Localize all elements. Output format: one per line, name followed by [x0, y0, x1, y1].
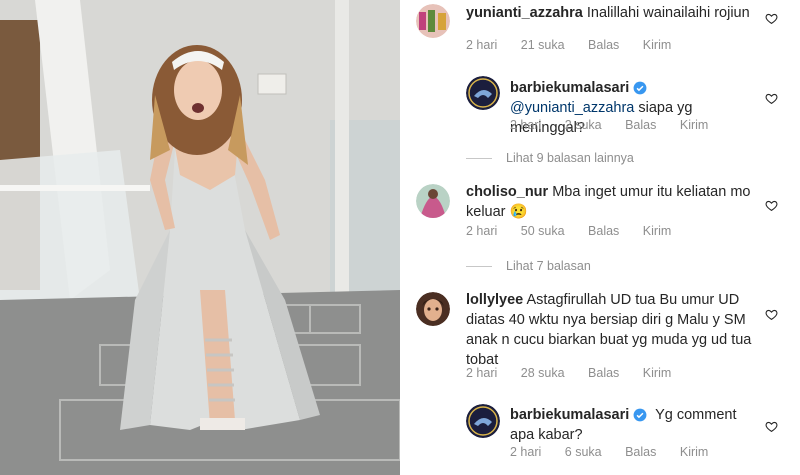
comment-username[interactable]: barbiekumalasari	[510, 80, 629, 96]
heart-outline-icon[interactable]	[765, 12, 778, 25]
comments-panel: yunianti_azzahra Inalillahi wainailaihi …	[400, 0, 800, 475]
comment-likes[interactable]: 21 suka	[521, 38, 565, 52]
reply-button[interactable]: Balas	[625, 445, 656, 459]
avatar[interactable]	[416, 4, 450, 38]
view-replies-button[interactable]: Lihat 7 balasan	[466, 259, 591, 273]
view-replies-label: Lihat 7 balasan	[506, 259, 591, 273]
reply-button[interactable]: Balas	[625, 118, 656, 132]
verified-badge-icon	[633, 81, 647, 95]
heart-outline-icon[interactable]	[765, 92, 778, 105]
send-button[interactable]: Kirim	[680, 118, 708, 132]
divider	[466, 266, 492, 268]
reply-button[interactable]: Balas	[588, 366, 619, 380]
comment-text: Inalillahi wainailaihi rojiun	[586, 5, 750, 21]
comment-time: 2 hari	[510, 118, 542, 132]
send-button[interactable]: Kirim	[643, 224, 671, 238]
reply-button[interactable]: Balas	[588, 38, 619, 52]
send-button[interactable]: Kirim	[643, 366, 671, 380]
comment-username[interactable]: barbiekumalasari	[510, 407, 629, 423]
view-replies-label: Lihat 9 balasan lainnya	[506, 151, 634, 165]
divider	[466, 158, 492, 160]
send-button[interactable]: Kirim	[643, 38, 671, 52]
avatar[interactable]	[466, 404, 500, 438]
avatar[interactable]	[466, 76, 500, 110]
comment-username[interactable]: yunianti_azzahra	[466, 5, 583, 21]
post-photo	[0, 0, 400, 475]
comment-mention[interactable]: @yunianti_azzahra	[510, 100, 634, 116]
comment-time: 2 hari	[466, 366, 498, 380]
reply-button[interactable]: Balas	[588, 224, 619, 238]
comment-time: 2 hari	[466, 224, 498, 238]
photo-illustration	[0, 0, 400, 475]
comment-likes[interactable]: 2 suka	[565, 118, 602, 132]
comment-likes[interactable]: 28 suka	[521, 366, 565, 380]
comment-username[interactable]: lollylyee	[466, 292, 523, 308]
avatar[interactable]	[416, 292, 450, 326]
view-replies-button[interactable]: Lihat 9 balasan lainnya	[466, 151, 634, 165]
avatar[interactable]	[416, 184, 450, 218]
verified-badge-icon	[633, 408, 647, 422]
heart-outline-icon[interactable]	[765, 308, 778, 321]
comment-likes[interactable]: 6 suka	[565, 445, 602, 459]
heart-outline-icon[interactable]	[765, 199, 778, 212]
send-button[interactable]: Kirim	[680, 445, 708, 459]
comment-username[interactable]: choliso_nur	[466, 184, 548, 200]
comment-time: 2 hari	[466, 38, 498, 52]
comment-time: 2 hari	[510, 445, 542, 459]
comment-likes[interactable]: 50 suka	[521, 224, 565, 238]
heart-outline-icon[interactable]	[765, 420, 778, 433]
